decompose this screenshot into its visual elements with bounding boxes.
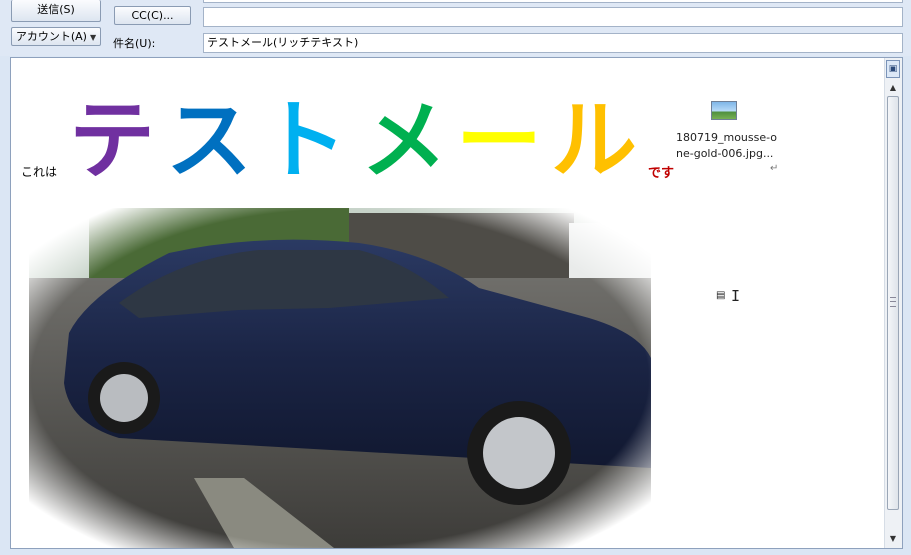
cc-field[interactable] [203,7,903,27]
message-body-editor[interactable]: これは テ ス ト メ ー ル です 180719_mousse-one-gol… [10,57,903,549]
big-char-su: ス [166,91,252,191]
scroll-options-icon[interactable]: ▣ [886,60,900,78]
account-label: アカウント(A) [15,30,87,43]
text-cursor-icon: I [731,287,741,305]
intro-text: これは [21,165,58,179]
big-char-ru: ル [551,91,637,191]
image-file-icon[interactable] [711,101,737,120]
object-placeholder-icon: ▤ [716,290,726,301]
chevron-down-icon: ▼ [89,33,97,42]
cc-button[interactable]: CC(C)... [114,6,191,25]
send-button[interactable]: 送信(S) [11,0,101,22]
vertical-scrollbar[interactable]: ▣ ▲ ▼ [884,58,902,548]
subject-label: 件名(U): [113,37,156,50]
paragraph-mark-icon: ↵ [770,163,779,174]
suffix-text: です [648,166,675,181]
subject-field[interactable]: テストメール(リッチテキスト) [203,33,903,53]
account-button[interactable]: アカウント(A) ▼ [11,27,101,46]
big-char-te: テ [69,91,155,191]
compose-header: 送信(S) アカウント(A) ▼ CC(C)... 件名(U): テストメール(リ… [0,0,911,56]
scroll-down-icon[interactable]: ▼ [887,533,899,545]
big-char-to: ト [261,91,347,191]
attachment-name[interactable]: 180719_mousse-one-gold-006.jpg... [676,130,782,162]
big-char-bar: ー [456,91,542,191]
to-field-edge[interactable] [203,0,903,3]
big-char-me: メ [361,91,447,191]
car-photo[interactable] [29,208,651,548]
grip-icon [890,297,896,307]
scroll-up-icon[interactable]: ▲ [887,82,899,94]
scroll-thumb[interactable] [887,96,899,510]
